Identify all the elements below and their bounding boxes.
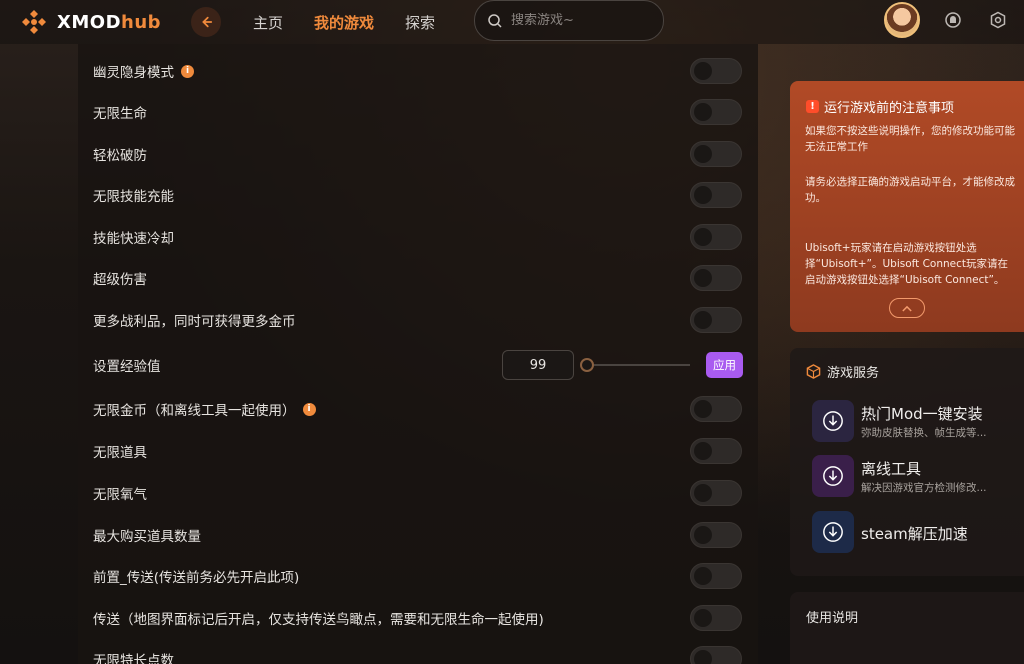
mod-label: 传送（地图界面标记后开启，仅支持传送鸟瞰点，需要和无限生命一起使用): [93, 612, 544, 628]
notice-paragraph: 如果您不按这些说明操作，您的修改功能可能无法正常工作: [805, 125, 1015, 153]
mod-row-exp: 设置经验值 应用: [78, 344, 758, 386]
services-title: 游戏服务: [806, 362, 879, 381]
mod-toggle[interactable]: [690, 522, 742, 548]
mod-label: 无限氧气: [93, 487, 147, 503]
info-icon[interactable]: i: [181, 64, 194, 78]
mod-row: 无限金币（和离线工具一起使用） i: [78, 388, 758, 430]
nav-explore[interactable]: 探索: [405, 12, 435, 33]
mod-row: 超级伤害: [78, 257, 758, 299]
mod-label: 前置_传送(传送前务必先开启此项): [93, 570, 300, 586]
mod-label: 无限生命: [93, 106, 147, 122]
mod-list-panel: 幽灵隐身模式 i 无限生命 轻松破防 无限技能充能 技能快速冷却 超级伤害 更多战…: [78, 44, 758, 664]
service-desc: 解决因游戏官方检测修改...: [861, 482, 987, 494]
slider-thumb[interactable]: [580, 358, 594, 372]
box-icon: [806, 364, 821, 379]
mod-toggle[interactable]: [690, 265, 742, 291]
service-name: steam解压加速: [861, 525, 968, 543]
main-nav: 主页 我的游戏 探索: [253, 12, 466, 33]
collapse-button[interactable]: [889, 298, 925, 318]
usage-title: 使用说明: [806, 611, 859, 626]
mod-toggle[interactable]: [690, 438, 742, 464]
mod-row: 无限特长点数: [78, 638, 758, 664]
mod-toggle[interactable]: [690, 480, 742, 506]
usage-card: 使用说明: [790, 592, 1024, 664]
warning-icon: !: [806, 100, 819, 113]
mod-row: 无限生命: [78, 91, 758, 133]
mod-label: 超级伤害: [93, 272, 147, 288]
notice-paragraph: Ubisoft+玩家请在启动游戏按钮处选择“Ubisoft+”。Ubisoft …: [805, 242, 1009, 286]
mod-row: 无限氧气: [78, 472, 758, 514]
mod-toggle[interactable]: [690, 563, 742, 589]
mod-toggle[interactable]: [690, 141, 742, 167]
mod-toggle[interactable]: [690, 224, 742, 250]
service-name: 离线工具: [861, 460, 922, 478]
mod-label: 幽灵隐身模式 i: [93, 61, 194, 81]
mod-label: 无限金币（和离线工具一起使用） i: [93, 399, 316, 419]
notice-card: ! 运行游戏前的注意事项 如果您不按这些说明操作，您的修改功能可能无法正常工作 …: [790, 81, 1024, 332]
top-bar: XMODhub 主页 我的游戏 探索: [0, 0, 1024, 44]
mod-label: 最大购买道具数量: [93, 529, 201, 545]
service-item-mod-install[interactable]: 热门Mod一键安装 弥助皮肤替换、帧生成等...: [812, 400, 1022, 444]
mod-toggle[interactable]: [690, 605, 742, 631]
service-name: 热门Mod一键安装: [861, 405, 983, 423]
search-icon: [488, 13, 502, 28]
logo-text: XMODhub: [57, 11, 162, 33]
xmod-logo-icon: [20, 8, 48, 36]
exp-slider[interactable]: [580, 355, 690, 375]
mod-label: 无限技能充能: [93, 189, 174, 205]
logo[interactable]: XMODhub: [20, 8, 190, 36]
settings-icon[interactable]: [989, 11, 1007, 29]
nav-my-games[interactable]: 我的游戏: [314, 12, 374, 33]
mod-row: 幽灵隐身模式 i: [78, 50, 758, 92]
mod-row: 无限技能充能: [78, 174, 758, 216]
mod-label: 更多战利品，同时可获得更多金币: [93, 314, 296, 330]
apply-button[interactable]: 应用: [706, 352, 743, 378]
info-icon[interactable]: i: [302, 402, 316, 416]
download-icon: [812, 400, 854, 442]
chevron-up-icon: [902, 305, 912, 312]
mod-label: 轻松破防: [93, 148, 147, 164]
mod-row: 最大购买道具数量: [78, 514, 758, 556]
back-button[interactable]: [191, 7, 221, 37]
mod-row: 轻松破防: [78, 133, 758, 175]
service-desc: 弥助皮肤替换、帧生成等...: [861, 427, 987, 439]
mod-toggle[interactable]: [690, 99, 742, 125]
mod-label: 无限特长点数: [93, 653, 174, 664]
mod-row: 传送（地图界面标记后开启，仅支持传送鸟瞰点，需要和无限生命一起使用): [78, 597, 758, 639]
nav-home[interactable]: 主页: [253, 12, 283, 33]
notice-title: ! 运行游戏前的注意事项: [806, 97, 954, 116]
mod-label: 无限道具: [93, 445, 147, 461]
exp-value-input[interactable]: [502, 350, 574, 380]
download-icon: [812, 455, 854, 497]
service-item-offline-tool[interactable]: 离线工具 解决因游戏官方检测修改...: [812, 455, 1022, 499]
mod-toggle[interactable]: [690, 307, 742, 333]
slider-track: [588, 364, 690, 366]
mod-row: 前置_传送(传送前务必先开启此项): [78, 555, 758, 597]
game-services-card: 游戏服务 热门Mod一键安装 弥助皮肤替换、帧生成等... 离线工具 解决因游戏…: [790, 348, 1024, 576]
mod-toggle[interactable]: [690, 58, 742, 84]
mod-row: 无限道具: [78, 430, 758, 472]
arrow-left-icon: [202, 16, 213, 28]
mod-label: 技能快速冷却: [93, 231, 174, 247]
avatar[interactable]: [884, 2, 920, 38]
mod-row: 技能快速冷却: [78, 216, 758, 258]
notice-paragraph: 请务必选择正确的游戏启动平台，才能修改成功。: [805, 176, 1015, 204]
mod-toggle[interactable]: [690, 182, 742, 208]
search-box[interactable]: [474, 0, 664, 41]
service-item-steam-accel[interactable]: steam解压加速: [812, 511, 1022, 555]
mod-row: 更多战利品，同时可获得更多金币: [78, 299, 758, 341]
mod-toggle[interactable]: [690, 396, 742, 422]
mod-label: 设置经验值: [93, 359, 161, 375]
mod-toggle[interactable]: [690, 646, 742, 664]
download-icon: [812, 511, 854, 553]
search-input[interactable]: [511, 13, 651, 28]
notification-icon[interactable]: [944, 11, 962, 29]
